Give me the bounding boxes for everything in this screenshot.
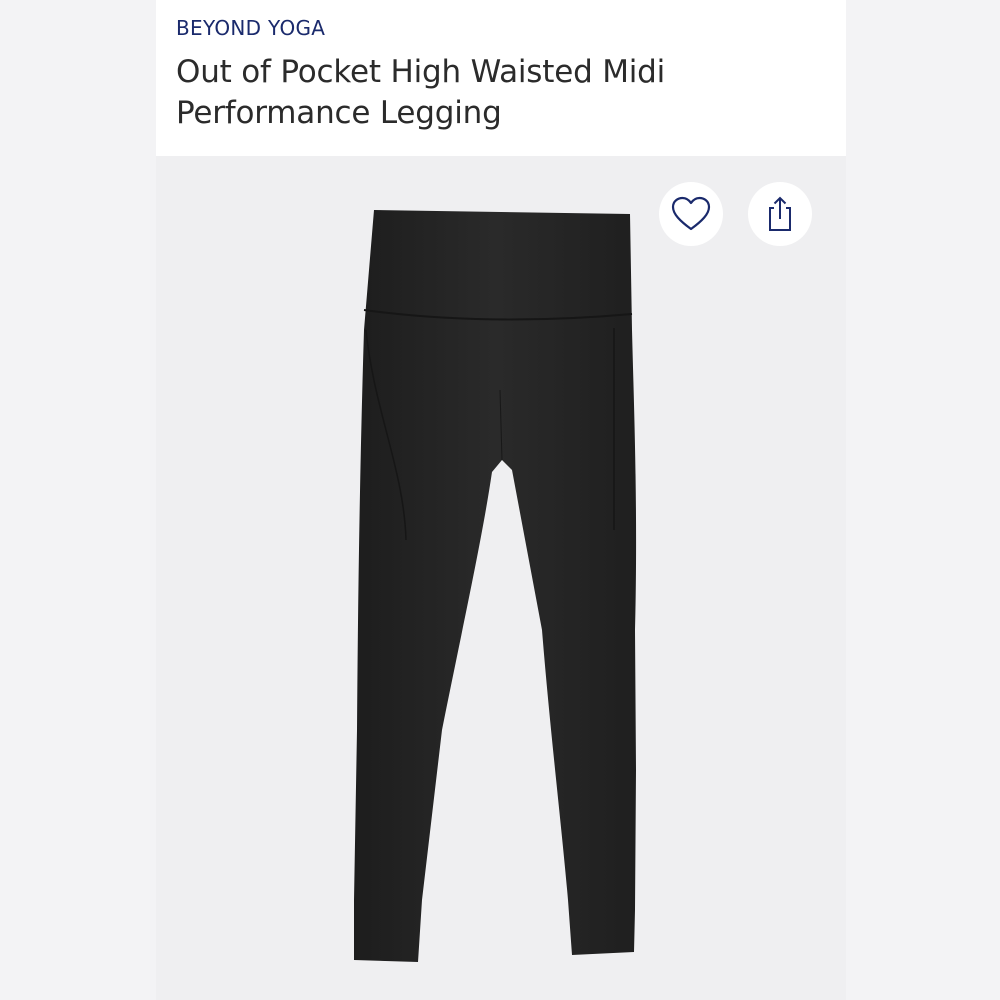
legging-body	[354, 210, 637, 962]
product-image-area	[156, 156, 846, 1000]
left-margin	[0, 0, 156, 1000]
product-title: Out of Pocket High Waisted Midi Performa…	[176, 54, 666, 131]
favorite-button[interactable]	[659, 182, 723, 246]
right-margin	[846, 0, 1000, 1000]
share-button[interactable]	[748, 182, 812, 246]
share-icon	[769, 196, 791, 231]
legging-image	[354, 210, 637, 962]
product-header: BEYOND YOGA Out of Pocket High Waisted M…	[156, 0, 846, 156]
product-panel: BEYOND YOGA Out of Pocket High Waisted M…	[156, 0, 846, 1000]
brand-name[interactable]: BEYOND YOGA	[176, 14, 325, 42]
heart-icon	[671, 196, 711, 231]
